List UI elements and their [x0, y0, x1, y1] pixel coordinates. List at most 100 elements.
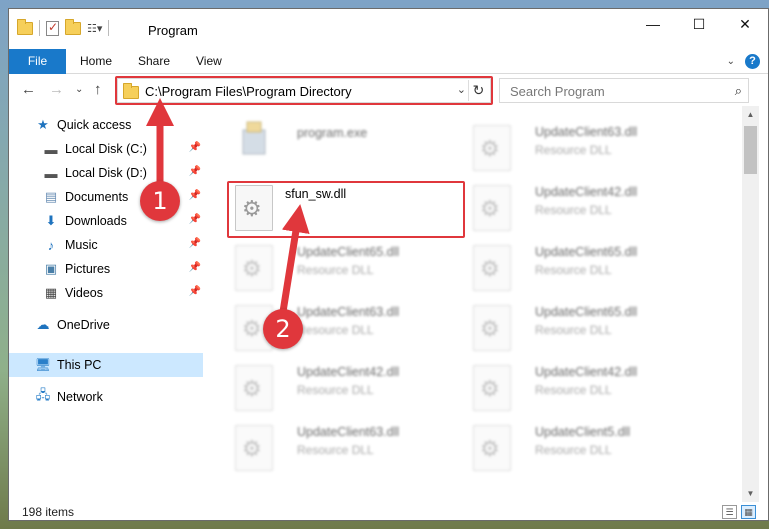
file-name: UpdateClient65.dll [535, 305, 638, 319]
music-icon: ♪ [47, 237, 55, 253]
search-input[interactable]: Search Program ⌕ [499, 78, 749, 103]
search-placeholder: Search Program [510, 84, 605, 99]
pin-icon[interactable]: 📌 [189, 190, 201, 201]
file-explorer-window: ☷▾ Program — ☐ ✕ File Home Share View ⌄ … [8, 8, 769, 521]
computer-icon: 🖥 [34, 357, 52, 372]
videos-icon: ▦ [44, 285, 58, 300]
dll-gear-icon [473, 245, 511, 291]
minimize-button[interactable]: — [630, 9, 676, 39]
sidebar-item-local-disk-c[interactable]: ▬ Local Disk (C:) 📌 [9, 137, 203, 161]
tab-share[interactable]: Share [138, 49, 170, 74]
file-type: Resource DLL [535, 323, 612, 337]
file-type: Resource DLL [535, 203, 612, 217]
dll-gear-icon [473, 185, 511, 231]
tab-home[interactable]: Home [80, 49, 112, 74]
pin-icon[interactable]: 📌 [189, 166, 201, 177]
file-type: Resource DLL [297, 443, 374, 457]
status-bar: 198 items ☰ ▦ [9, 502, 768, 520]
customize-toolbar-icon[interactable]: ☷▾ [87, 22, 102, 35]
file-type: Resource DLL [535, 383, 612, 397]
back-arrow-icon[interactable]: ← [21, 81, 36, 98]
sidebar-item-music[interactable]: ♪ Music 📌 [9, 233, 203, 257]
search-icon[interactable]: ⌕ [735, 83, 742, 99]
file-name: UpdateClient63.dll [297, 305, 400, 319]
sidebar-item-this-pc[interactable]: 🖥 This PC [9, 353, 203, 377]
sidebar-item-pictures[interactable]: ▣ Pictures 📌 [9, 257, 203, 281]
forward-arrow-icon[interactable]: → [49, 81, 64, 98]
sidebar-item-label: Local Disk (C:) [65, 142, 147, 156]
file-type: Resource DLL [535, 143, 612, 157]
file-item[interactable]: UpdateClient65.dll Resource DLL [465, 301, 705, 357]
scroll-down-icon[interactable]: ▼ [742, 485, 759, 502]
sidebar-item-label: This PC [57, 358, 102, 372]
file-item[interactable]: UpdateClient63.dll Resource DLL [227, 421, 467, 477]
sidebar-item-network[interactable]: 🖧 Network [9, 385, 203, 409]
recent-locations-icon[interactable]: ⌄ [75, 84, 83, 95]
star-icon: ★ [37, 117, 49, 132]
separator [108, 20, 110, 36]
file-item[interactable]: UpdateClient5.dll Resource DLL [465, 421, 705, 477]
scrollbar-thumb[interactable] [744, 126, 757, 174]
pin-icon[interactable]: 📌 [189, 214, 201, 225]
tab-view[interactable]: View [196, 49, 222, 74]
file-type: Resource DLL [297, 323, 374, 337]
properties-icon[interactable] [46, 20, 59, 36]
navigation-bar: ← → ⌄ ↑ C:\Program Files\Program Directo… [9, 74, 768, 106]
navigation-pane: ★ Quick access ▬ Local Disk (C:) 📌 ▬ Loc… [9, 106, 207, 502]
file-item[interactable]: UpdateClient65.dll Resource DLL [465, 241, 705, 297]
ribbon-right-controls: ⌄ ? [727, 54, 760, 69]
file-item[interactable]: UpdateClient65.dll Resource DLL [227, 241, 467, 297]
file-item-program-exe[interactable]: program.exe [227, 120, 467, 176]
help-icon[interactable]: ? [745, 54, 760, 69]
dll-gear-icon [473, 425, 511, 471]
file-type: Resource DLL [535, 263, 612, 277]
file-type: Resource DLL [297, 263, 374, 277]
sidebar-item-label: Local Disk (D:) [65, 166, 147, 180]
pin-icon[interactable]: 📌 [189, 238, 201, 249]
tab-file[interactable]: File [9, 49, 66, 74]
file-type: Resource DLL [297, 383, 374, 397]
pin-icon[interactable]: 📌 [189, 262, 201, 273]
sidebar-item-label: OneDrive [57, 318, 110, 332]
sidebar-item-label: Videos [65, 286, 103, 300]
file-type: Resource DLL [535, 443, 612, 457]
details-view-icon[interactable]: ☰ [722, 505, 737, 519]
file-item[interactable]: UpdateClient42.dll Resource DLL [227, 361, 467, 417]
pin-icon[interactable]: 📌 [189, 142, 201, 153]
close-button[interactable]: ✕ [722, 9, 768, 39]
scroll-up-icon[interactable]: ▲ [742, 106, 759, 123]
file-list: program.exe sfun_sw.dll UpdateClient65.d… [207, 106, 742, 502]
item-count: 198 items [22, 505, 75, 519]
pictures-icon: ▣ [44, 261, 58, 276]
folder-icon[interactable] [17, 18, 33, 35]
file-item[interactable]: UpdateClient63.dll Resource DLL [465, 121, 705, 177]
maximize-button[interactable]: ☐ [676, 9, 722, 39]
sidebar-item-local-disk-d[interactable]: ▬ Local Disk (D:) 📌 [9, 161, 203, 185]
sidebar-item-label: Documents [65, 190, 129, 204]
dll-gear-icon [235, 365, 273, 411]
file-name: UpdateClient42.dll [297, 365, 400, 379]
download-icon: ⬇ [45, 213, 57, 228]
file-name: UpdateClient65.dll [535, 245, 638, 259]
dll-gear-icon [235, 425, 273, 471]
sidebar-item-label: Network [57, 390, 103, 404]
cloud-icon: ☁ [36, 317, 50, 332]
up-arrow-icon[interactable]: ↑ [94, 81, 102, 98]
file-item[interactable]: UpdateClient42.dll Resource DLL [465, 361, 705, 417]
network-icon: 🖧 [35, 387, 51, 402]
expand-ribbon-icon[interactable]: ⌄ [727, 56, 735, 67]
address-highlight-box [115, 76, 493, 105]
sidebar-item-onedrive[interactable]: ☁ OneDrive [9, 313, 203, 337]
file-name: UpdateClient65.dll [297, 245, 400, 259]
file-item[interactable]: UpdateClient42.dll Resource DLL [465, 181, 705, 237]
new-folder-icon[interactable] [65, 18, 81, 35]
window-controls: — ☐ ✕ [630, 9, 768, 39]
pin-icon[interactable]: 📌 [189, 286, 201, 297]
large-icons-view-icon[interactable]: ▦ [741, 505, 756, 519]
sidebar-item-videos[interactable]: ▦ Videos 📌 [9, 281, 203, 305]
vertical-scrollbar[interactable]: ▲ ▼ [742, 106, 759, 502]
drive-icon: ▬ [44, 165, 58, 181]
file-highlight-box [227, 181, 465, 238]
step-badge-2: 2 [263, 309, 303, 349]
sidebar-item-quick-access[interactable]: ★ Quick access [9, 113, 203, 137]
